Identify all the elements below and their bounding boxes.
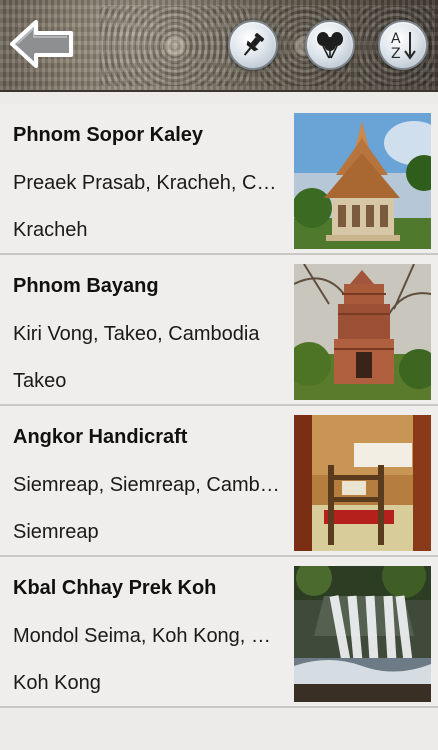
place-name: Phnom Bayang xyxy=(13,275,159,297)
place-name: Angkor Handicraft xyxy=(13,426,188,448)
list-item[interactable]: Phnom Bayang Kiri Vong, Takeo, Cambodia … xyxy=(0,255,438,406)
list-item[interactable]: Phnom Sopor Kaley Preaek Prasab, Kracheh… xyxy=(0,104,438,255)
place-region: Siemreap xyxy=(13,521,99,543)
list-item[interactable]: Kbal Chhay Prek Koh Mondol Seima, Koh Ko… xyxy=(0,557,438,708)
back-arrow-icon xyxy=(10,20,73,68)
place-address: Mondol Seima, Koh Kong, Cambodia xyxy=(13,625,281,647)
sort-letter-a: A xyxy=(391,31,401,47)
waterfall-photo xyxy=(294,566,431,702)
place-name: Kbal Chhay Prek Koh xyxy=(13,577,217,599)
brick-tower-photo xyxy=(294,264,431,400)
weaving-loom-photo xyxy=(294,415,431,551)
places-list: Phnom Sopor Kaley Preaek Prasab, Kracheh… xyxy=(0,104,438,708)
balloons-icon xyxy=(317,32,343,59)
place-name: Phnom Sopor Kaley xyxy=(13,124,204,146)
place-region: Koh Kong xyxy=(13,672,101,694)
sort-button[interactable]: A Z xyxy=(378,20,428,70)
place-region: Kracheh xyxy=(13,219,88,241)
pin-button[interactable] xyxy=(228,20,278,70)
place-address: Kiri Vong, Takeo, Cambodia xyxy=(13,323,260,345)
balloons-button[interactable] xyxy=(305,20,355,70)
sort-az-icon: A Z xyxy=(391,31,416,62)
pushpin-icon xyxy=(243,33,265,56)
place-region: Takeo xyxy=(13,370,67,392)
place-address: Siemreap, Siemreap, Cambodia xyxy=(13,474,281,496)
place-address: Preaek Prasab, Kracheh, Cambodia xyxy=(13,172,281,194)
sort-letter-z: Z xyxy=(391,46,401,62)
toolbar: A Z xyxy=(0,0,438,92)
pagoda-photo xyxy=(294,113,431,249)
list-item[interactable]: Angkor Handicraft Siemreap, Siemreap, Ca… xyxy=(0,406,438,557)
back-button[interactable] xyxy=(8,18,76,70)
